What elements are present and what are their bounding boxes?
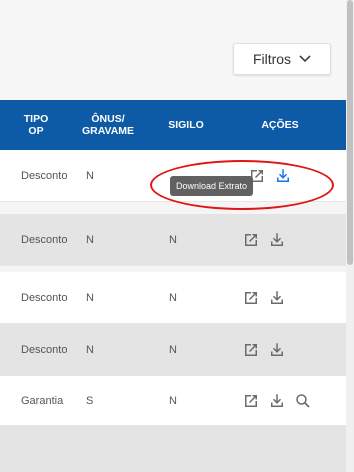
table-row: Desconto N N — [0, 214, 346, 266]
download-tooltip: Download Extrato — [170, 176, 254, 196]
cell-sigilo: N — [169, 291, 177, 304]
cell-sigilo: N — [169, 233, 177, 246]
table-row: Desconto N N — [0, 272, 346, 324]
download-icon[interactable] — [268, 392, 286, 410]
open-external-icon[interactable] — [242, 231, 260, 249]
open-external-icon[interactable] — [242, 341, 260, 359]
cell-sigilo: N — [169, 343, 177, 356]
toolbar: Filtros — [0, 0, 346, 100]
cell-onus: N — [86, 291, 94, 304]
header-acoes: AÇÕES — [261, 119, 299, 131]
filters-label: Filtros — [252, 51, 292, 67]
download-icon[interactable] — [274, 167, 292, 185]
header-onus-gravame: ÔNUS/ GRAVAME — [81, 113, 135, 137]
cell-tipo: Desconto — [21, 291, 68, 304]
cell-tipo: Garantia — [21, 394, 64, 407]
open-external-icon[interactable] — [242, 392, 260, 410]
scrollbar-thumb[interactable] — [347, 0, 353, 265]
cell-onus: N — [86, 233, 94, 246]
table-row-partial — [0, 425, 346, 472]
download-icon[interactable] — [268, 231, 286, 249]
page: Filtros TIPO OP ÔNUS/ GRAVAME SIGILO AÇÕ… — [0, 0, 354, 472]
search-icon[interactable] — [294, 392, 312, 410]
cell-sigilo: N — [169, 394, 177, 407]
open-external-icon[interactable] — [242, 289, 260, 307]
filters-button[interactable]: Filtros — [233, 43, 331, 75]
cell-tipo: Desconto — [21, 169, 68, 182]
cell-tipo: Desconto — [21, 343, 68, 356]
table-row: Garantia S N — [0, 376, 346, 426]
download-icon[interactable] — [268, 289, 286, 307]
header-tipo-op: TIPO OP — [23, 113, 49, 137]
table-row: Desconto N N — [0, 324, 346, 376]
cell-tipo: Desconto — [21, 233, 68, 246]
table-header: TIPO OP ÔNUS/ GRAVAME SIGILO AÇÕES — [0, 100, 346, 150]
cell-onus: S — [86, 394, 94, 407]
cell-onus: N — [86, 343, 94, 356]
cell-onus: N — [86, 169, 94, 182]
download-icon[interactable] — [268, 341, 286, 359]
chevron-down-icon — [299, 55, 311, 63]
header-sigilo: SIGILO — [168, 119, 204, 131]
